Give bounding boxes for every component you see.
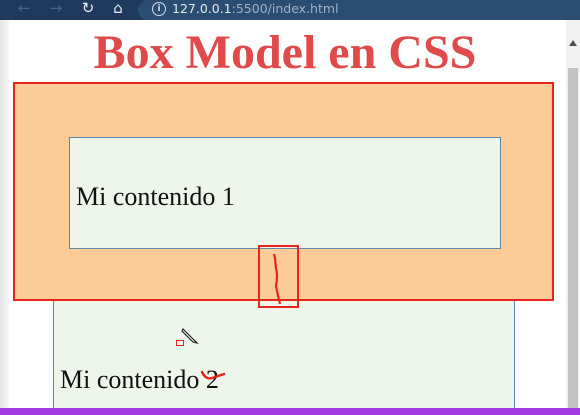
annotation-margin-stroke bbox=[272, 253, 282, 305]
url-path: :5500/index.html bbox=[231, 1, 339, 16]
vertical-scrollbar[interactable] bbox=[566, 20, 580, 415]
address-bar[interactable]: i 127.0.0.1:5500/index.html bbox=[138, 0, 580, 20]
pen-stroke-line bbox=[0, 408, 580, 415]
page-viewport: Box Model en CSS Mi contenido 2 Mi conte… bbox=[0, 20, 580, 415]
info-icon[interactable]: i bbox=[152, 2, 166, 16]
forward-arrow-icon[interactable]: → bbox=[46, 0, 66, 20]
back-arrow-icon[interactable]: ← bbox=[14, 0, 34, 20]
reload-icon[interactable]: ↻ bbox=[78, 0, 98, 20]
url-host: 127.0.0.1 bbox=[172, 1, 232, 16]
page-title: Box Model en CSS bbox=[93, 26, 477, 79]
scroll-up-arrow-icon[interactable] bbox=[569, 40, 577, 46]
url-text[interactable]: 127.0.0.1:5500/index.html bbox=[172, 0, 339, 17]
scrollbar-thumb[interactable] bbox=[568, 68, 578, 415]
annotation-underline-stroke bbox=[200, 370, 226, 380]
home-icon[interactable]: ⌂ bbox=[108, 0, 128, 20]
annotation-small-square bbox=[176, 340, 184, 346]
content-box-2-text: Mi contenido 2 bbox=[60, 365, 219, 394]
browser-toolbar: ← → ↻ ⌂ i 127.0.0.1:5500/index.html bbox=[0, 0, 580, 20]
